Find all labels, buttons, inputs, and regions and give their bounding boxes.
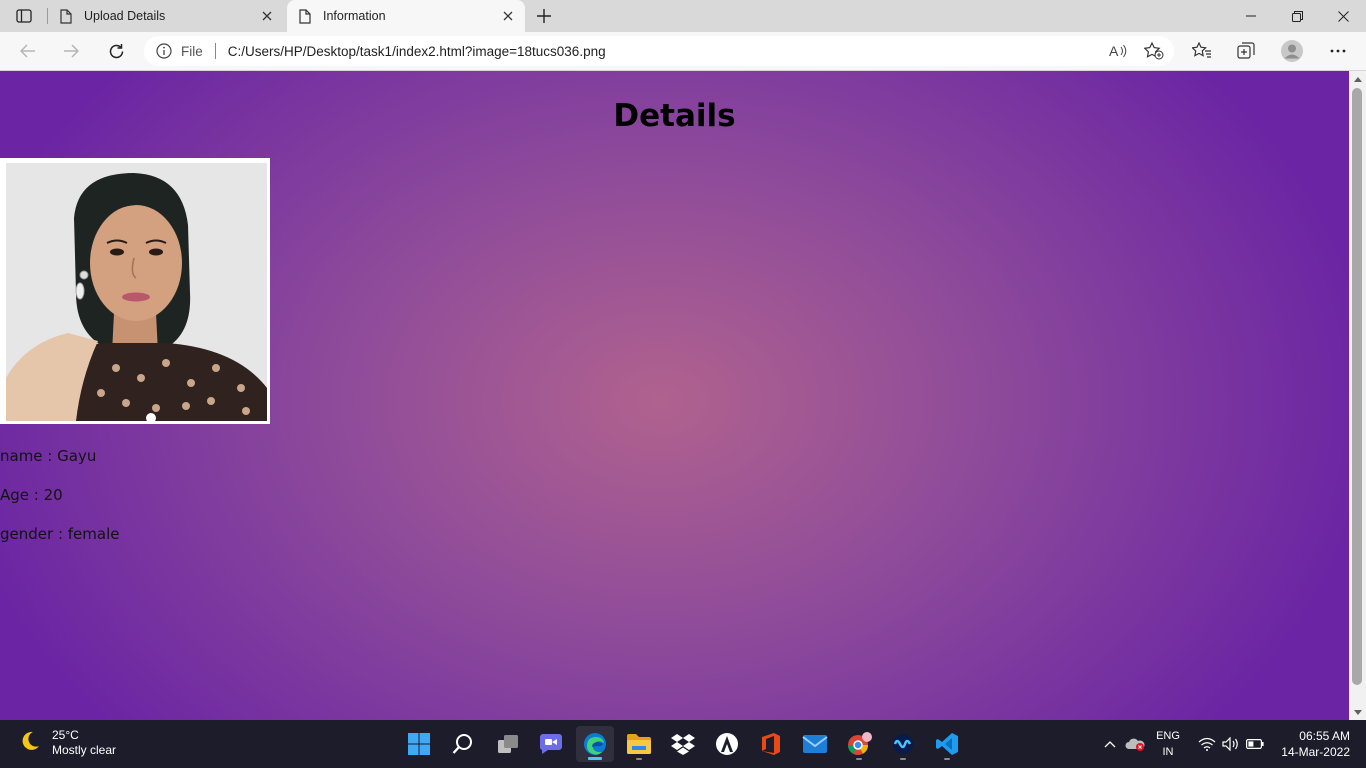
dropbox-icon[interactable]	[664, 726, 702, 762]
new-tab-button[interactable]	[532, 5, 556, 27]
wifi-icon[interactable]	[1196, 720, 1218, 768]
detail-gender: gender : female	[0, 525, 120, 543]
page-viewport: Details name: Gayu Age: 20 gender: fe…	[0, 71, 1349, 720]
language-indicator[interactable]: ENG IN	[1152, 728, 1184, 760]
language-line1: ENG	[1156, 730, 1180, 742]
vertical-scrollbar[interactable]	[1349, 71, 1366, 720]
weather-widget[interactable]: 25°C Mostly clear	[18, 728, 116, 758]
chrome-icon[interactable]	[840, 726, 878, 762]
open-indicator	[856, 758, 862, 760]
favorites-icon[interactable]	[1187, 36, 1217, 66]
clock-date: 14-Mar-2022	[1281, 745, 1350, 759]
close-icon[interactable]	[497, 5, 519, 27]
weather-temp: 25°C	[52, 728, 79, 742]
tab-information[interactable]: Information	[287, 0, 525, 32]
scheme-label: File	[181, 43, 203, 59]
volume-icon[interactable]	[1220, 720, 1242, 768]
tab-title: Information	[323, 9, 386, 23]
browser-toolbar: File C:/Users/HP/Desktop/task1/index2.ht…	[0, 32, 1366, 71]
profile-avatar[interactable]	[1277, 36, 1307, 66]
app2-icon[interactable]	[884, 726, 922, 762]
close-window-button[interactable]	[1320, 0, 1366, 32]
forward-button[interactable]	[56, 36, 86, 66]
file-explorer-icon[interactable]	[620, 726, 658, 762]
taskbar: 25°C Mostly clear ENG IN 06:55 AM 14-Mar…	[0, 720, 1366, 768]
info-icon[interactable]	[156, 43, 174, 59]
vscode-icon[interactable]	[928, 726, 966, 762]
svg-text:A: A	[1109, 43, 1119, 59]
chevron-up-icon[interactable]	[1100, 720, 1120, 768]
active-indicator	[588, 757, 602, 760]
scroll-up-icon[interactable]	[1349, 71, 1366, 87]
profile-photo	[0, 158, 270, 424]
tab-actions-icon[interactable]	[8, 5, 40, 27]
onedrive-error-icon[interactable]	[1124, 720, 1146, 768]
page-title: Details	[613, 98, 736, 134]
language-line2: IN	[1162, 746, 1174, 758]
clock-time: 06:55 AM	[1299, 729, 1350, 743]
minimize-button[interactable]	[1228, 0, 1274, 32]
refresh-button[interactable]	[101, 36, 131, 66]
divider	[214, 43, 216, 59]
detail-name: name : Gayu	[0, 447, 97, 465]
weather-condition: Mostly clear	[52, 743, 117, 757]
battery-icon[interactable]	[1244, 720, 1266, 768]
app-icon[interactable]	[708, 726, 746, 762]
tab-upload-details[interactable]: Upload Details	[48, 0, 284, 32]
back-button[interactable]	[13, 36, 43, 66]
page-icon	[60, 8, 74, 24]
task-view-icon[interactable]	[489, 726, 527, 762]
read-aloud-icon[interactable]: A	[1108, 42, 1128, 60]
office-icon[interactable]	[752, 726, 790, 762]
detail-age: Age : 20	[0, 486, 63, 504]
tab-strip: Upload Details Information	[0, 0, 1366, 32]
collections-icon[interactable]	[1231, 36, 1261, 66]
tab-title: Upload Details	[84, 9, 166, 23]
system-clock[interactable]: 06:55 AM 14-Mar-2022	[1270, 728, 1350, 760]
page-icon	[299, 8, 313, 24]
profile-photo-image	[6, 163, 267, 421]
open-indicator	[944, 758, 950, 760]
add-favorite-icon[interactable]	[1144, 42, 1164, 60]
mail-icon[interactable]	[796, 726, 834, 762]
scroll-thumb[interactable]	[1352, 88, 1362, 685]
open-indicator	[636, 758, 642, 760]
search-icon[interactable]	[444, 726, 482, 762]
url-text[interactable]: C:/Users/HP/Desktop/task1/index2.html?im…	[228, 44, 606, 59]
open-indicator	[900, 758, 906, 760]
restore-button[interactable]	[1274, 0, 1320, 32]
moon-icon	[18, 729, 42, 757]
start-icon[interactable]	[400, 726, 438, 762]
address-bar[interactable]: File C:/Users/HP/Desktop/task1/index2.ht…	[144, 36, 1174, 66]
chat-icon[interactable]	[532, 726, 570, 762]
scroll-down-icon[interactable]	[1349, 704, 1366, 720]
close-icon[interactable]	[256, 5, 278, 27]
edge-icon[interactable]	[576, 726, 614, 762]
more-options-icon[interactable]	[1323, 36, 1353, 66]
